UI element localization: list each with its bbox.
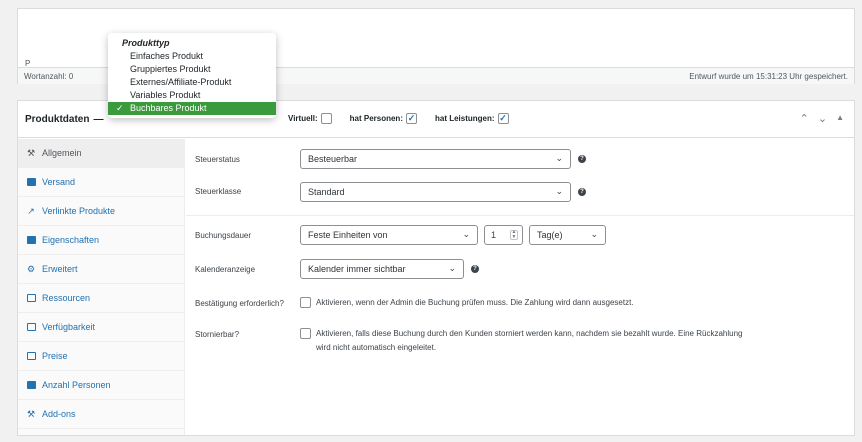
truck-icon [26, 177, 36, 187]
help-icon[interactable]: ? [578, 188, 586, 196]
has-persons-label: hat Personen: [349, 114, 403, 123]
cancellable-description-line: Aktivieren, falls diese Buchung durch de… [316, 329, 743, 338]
option-simple-product[interactable]: Einfaches Produkt [108, 50, 276, 63]
tab-advanced[interactable]: ⚙ Erweitert [18, 255, 184, 284]
tax-class-label: Steuerklasse [195, 187, 242, 196]
help-icon[interactable]: ? [578, 155, 586, 163]
price-table-icon [26, 351, 36, 361]
option-label: Buchbares Produkt [130, 103, 207, 113]
option-external-product[interactable]: Externes/Affiliate-Produkt [108, 76, 276, 89]
confirmation-required-option[interactable]: Aktivieren, wenn der Admin die Buchung p… [300, 296, 634, 310]
title-dash: — [93, 113, 104, 125]
cancellable-option[interactable]: Aktivieren, falls diese Buchung durch de… [300, 327, 850, 355]
calendar-display-value: Kalender immer sichtbar [308, 264, 406, 274]
tab-label: Erweitert [42, 264, 78, 274]
tab-persons[interactable]: Anzahl Personen [18, 371, 184, 400]
confirmation-required-checkbox[interactable] [300, 297, 311, 308]
tax-status-value: Besteuerbar [308, 154, 358, 164]
virtual-label: Virtuell: [288, 114, 318, 123]
chevron-down-icon: ⌄ [448, 263, 456, 273]
calendar-display-select[interactable]: Kalender immer sichtbar ⌄ [300, 259, 464, 279]
option-variable-product[interactable]: Variables Produkt [108, 89, 276, 102]
cancellable-description: Aktivieren, falls diese Buchung durch de… [316, 327, 742, 355]
chevron-down-icon: ⌄ [555, 153, 563, 163]
duration-unit-value: Tag(e) [537, 230, 563, 240]
cancellable-description-line: wird nicht automatisch eingeleitet. [316, 343, 437, 352]
duration-type-select[interactable]: Feste Einheiten von ⌄ [300, 225, 478, 245]
general-tab-panel: Steuerstatus Besteuerbar ⌄ ? Steuerklass… [186, 139, 854, 435]
tab-label: Eigenschaften [42, 235, 100, 245]
tax-status-select[interactable]: Besteuerbar ⌄ [300, 149, 571, 169]
tab-label: Preise [42, 351, 68, 361]
has-persons-option[interactable]: hat Personen: ✓ [350, 113, 417, 124]
tab-shipping[interactable]: Versand [18, 168, 184, 197]
people-icon [26, 380, 36, 390]
tab-label: Add-ons [42, 409, 76, 419]
panel-controls: ⌃ ⌄ ▲ [800, 112, 844, 125]
duration-type-value: Feste Einheiten von [308, 230, 388, 240]
has-services-option[interactable]: hat Leistungen: ✓ [435, 113, 509, 124]
link-icon: ↗ [27, 205, 35, 216]
tab-linked-products[interactable]: ↗ Verlinkte Produkte [18, 197, 184, 226]
move-down-icon[interactable]: ⌄ [818, 112, 827, 125]
confirmation-required-description: Aktivieren, wenn der Admin die Buchung p… [316, 298, 634, 307]
section-divider [186, 215, 854, 216]
box-icon [26, 293, 36, 303]
virtual-checkbox[interactable] [320, 113, 332, 124]
tax-class-select[interactable]: Standard ⌄ [300, 182, 571, 202]
tab-availability[interactable]: Verfügbarkeit [18, 313, 184, 342]
tab-resources[interactable]: Ressourcen [18, 284, 184, 313]
wrench-icon: ⚒ [26, 147, 36, 158]
checkmark-icon: ✓ [116, 103, 124, 113]
cancellable-label: Stornierbar? [195, 330, 240, 339]
table-icon [26, 235, 36, 245]
has-persons-checkbox[interactable]: ✓ [405, 113, 417, 124]
tab-label: Versand [42, 177, 76, 187]
tax-class-value: Standard [308, 187, 345, 197]
cancellable-checkbox[interactable] [300, 328, 311, 339]
product-data-panel: Produktdaten — Virtuell: hat Personen: ✓… [17, 100, 855, 436]
tab-label: Anzahl Personen [42, 380, 111, 390]
chevron-down-icon: ⌄ [590, 229, 598, 239]
has-services-label: hat Leistungen: [434, 114, 495, 123]
tab-label: Ressourcen [42, 293, 91, 303]
collapse-icon[interactable]: ▲ [836, 113, 844, 125]
chevron-down-icon: ⌄ [462, 229, 470, 239]
tab-attributes[interactable]: Eigenschaften [18, 226, 184, 255]
option-bookable-product[interactable]: ✓ Buchbares Produkt [108, 102, 276, 115]
duration-number-value: 1 [491, 230, 497, 240]
product-options: Virtuell: hat Personen: ✓ hat Leistungen… [288, 113, 521, 124]
help-icon[interactable]: ? [471, 265, 479, 273]
plugin-icon: ⚒ [26, 408, 36, 419]
tab-label: Verlinkte Produkte [42, 206, 116, 216]
tab-addons[interactable]: ⚒ Add-ons [18, 400, 184, 429]
word-count: Wortanzahl: 0 [24, 71, 74, 81]
move-up-icon[interactable]: ⌃ [800, 112, 809, 125]
product-data-tabs: ⚒ Allgemein Versand ↗ Verlinkte Produkte… [18, 139, 185, 435]
tab-label: Allgemein [42, 148, 82, 158]
stepper-arrows-icon[interactable]: ▲ ▼ [510, 230, 518, 240]
duration-number-input[interactable]: 1 ▲ ▼ [484, 225, 523, 245]
calendar-display-label: Kalenderanzeige [195, 265, 256, 274]
option-grouped-product[interactable]: Gruppiertes Produkt [108, 63, 276, 76]
product-type-group-label: Produkttyp [122, 38, 170, 48]
tax-status-label: Steuerstatus [195, 155, 240, 164]
booking-duration-label: Buchungsdauer [195, 231, 252, 240]
virtual-option[interactable]: Virtuell: [288, 113, 332, 124]
chevron-down-icon: ⌄ [555, 186, 563, 196]
has-services-checkbox[interactable]: ✓ [497, 113, 509, 124]
calendar-icon [26, 322, 36, 332]
draft-saved-status: Entwurf wurde um 15:31:23 Uhr gespeicher… [689, 71, 848, 81]
product-type-dropdown[interactable]: Produkttyp Einfaches Produkt Gruppiertes… [108, 33, 276, 118]
tab-general[interactable]: ⚒ Allgemein [18, 139, 184, 168]
tab-label: Verfügbarkeit [42, 322, 96, 332]
gear-icon: ⚙ [26, 263, 36, 274]
product-data-title: Produktdaten [25, 113, 90, 125]
tab-prices[interactable]: Preise [18, 342, 184, 371]
duration-unit-select[interactable]: Tag(e) ⌄ [529, 225, 606, 245]
confirmation-required-label: Bestätigung erforderlich? [195, 299, 284, 308]
